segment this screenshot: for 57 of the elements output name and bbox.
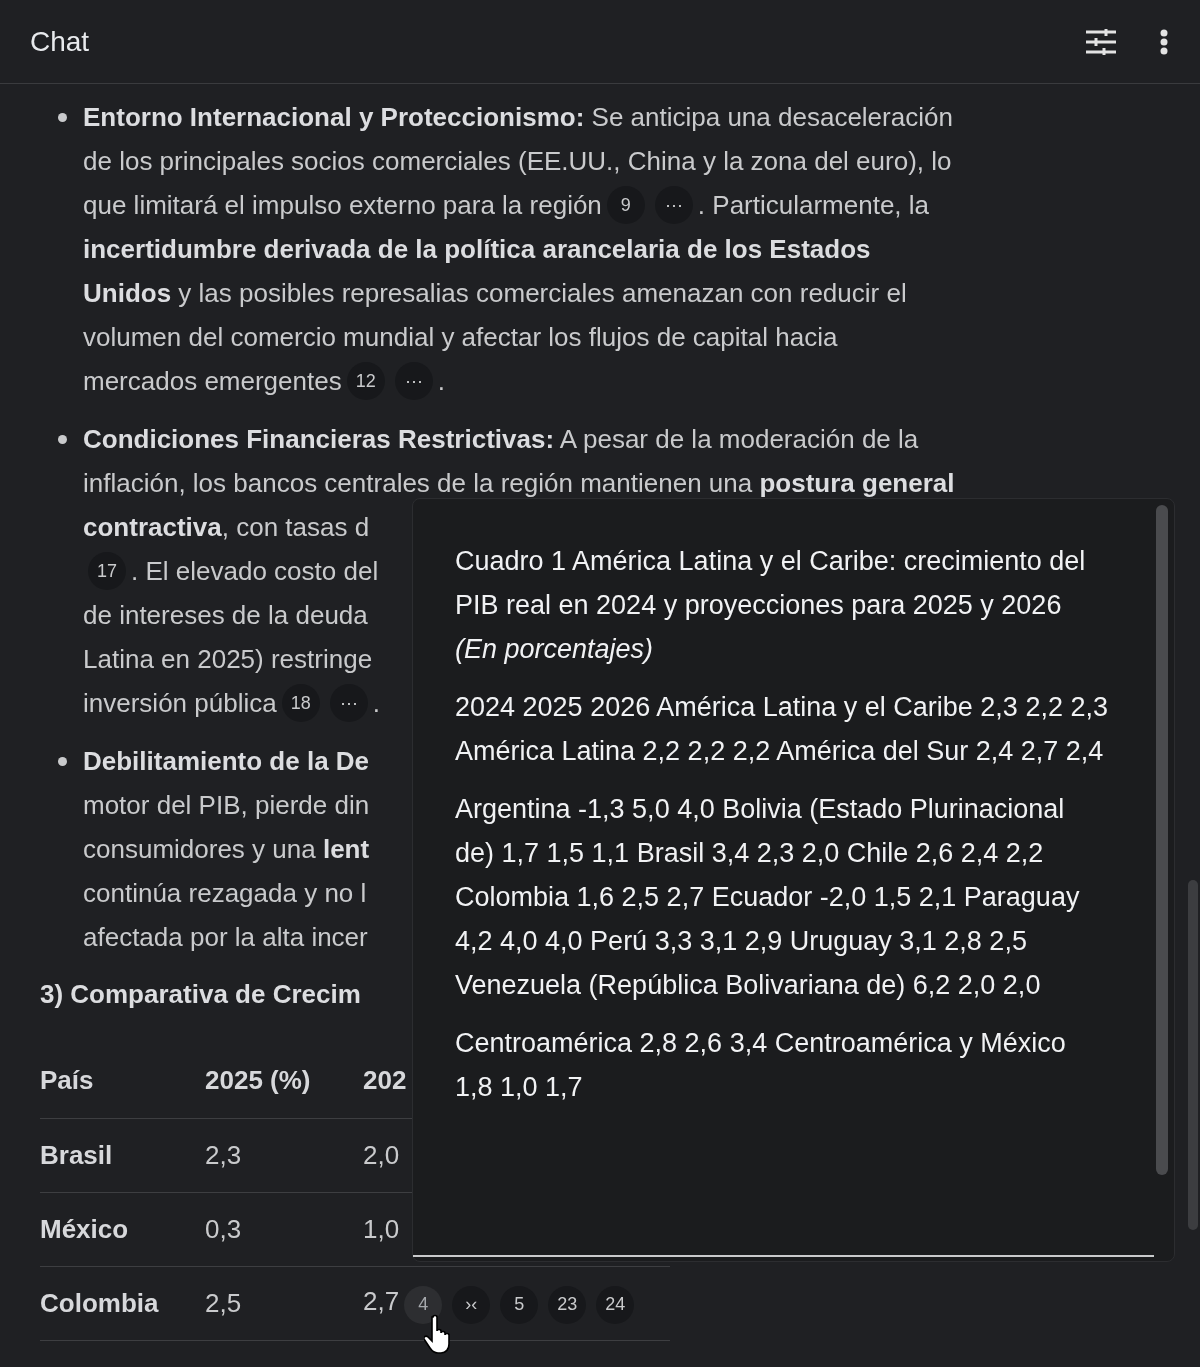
table-cell: 0,3 xyxy=(205,1213,242,1244)
table-cell: 2,5 xyxy=(205,1287,242,1318)
column-header: País xyxy=(40,1044,205,1118)
body-text: . El elevado costo del xyxy=(131,554,379,588)
table-cell: 2,3 xyxy=(205,1139,242,1170)
citation-chip[interactable]: ›‹ xyxy=(452,1285,491,1324)
citation-chip[interactable]: 18 xyxy=(281,684,320,722)
citation-chip[interactable]: 17 xyxy=(88,552,126,590)
body-text: de los principales socios comerciales (EE.UU., China y la zona del euro), lo xyxy=(83,144,952,178)
citation-chip[interactable]: 5 xyxy=(500,1285,539,1324)
citation-chip[interactable]: 24 xyxy=(596,1285,635,1324)
citation-chip[interactable]: ⋯ xyxy=(329,684,368,722)
body-text: Entorno Internacional y Proteccionismo: Se anticipa una desaceleración xyxy=(83,100,953,134)
body-text: volumen del comercio mundial y afectar los flujos de capital hacia xyxy=(83,320,838,354)
citation-chip[interactable]: 23 xyxy=(548,1285,587,1324)
citation-chip[interactable]: 9 xyxy=(606,186,645,224)
citation-chip[interactable]: ⋯ xyxy=(654,186,693,224)
bullet-icon xyxy=(58,435,67,444)
body-text: contractiva, con tasas d xyxy=(83,510,370,544)
settings-icon[interactable] xyxy=(1086,28,1116,55)
body-text: Debilitamiento de la De xyxy=(83,744,370,778)
section-heading: 3) Comparativa de Crecim xyxy=(40,978,361,1011)
body-text: inflación, los bancos centrales de la región mantienen una postura general xyxy=(83,466,955,500)
body-text: de intereses de la deuda xyxy=(83,598,368,632)
body-text: Latina en 2025) restringe xyxy=(83,642,373,676)
citation-chip[interactable]: ⋯ xyxy=(394,362,433,400)
table-cell: 1,0 xyxy=(363,1213,400,1244)
table-cell: 2,7 xyxy=(363,1286,400,1317)
popup-text: Argentina -1,3 5,0 4,0 Bolivia (Estado Plurinacional de) 1,7 1,5 1,1 Brasil 3,4 2,3 2,0 Chile 2,6 2,4 2,2 Colombia 1,6 2,5 2,7 Ecuador -2,0 1,5 2,1 Paraguay 4,2 4,0 4,0 Perú 3,3 3,1 2,9 Uruguay 3,1 2,8 2,5 Venezuela (República Bolivariana de) 6,2 2,0 2,0 xyxy=(455,793,1081,1002)
citation-chip[interactable]: 4 xyxy=(404,1285,443,1324)
citation-chip[interactable]: 12 xyxy=(346,362,385,400)
bullet-icon xyxy=(58,757,67,766)
popup-text: 2024 2025 2026 América Latina y el Caribe 2,3 2,2 2,3 América Latina 2,2 2,2 2,2 América del Sur 2,4 2,7 2,4 xyxy=(455,691,1108,768)
body-text: mercados emergentes xyxy=(83,364,342,398)
scrollbar-thumb[interactable] xyxy=(1156,505,1168,1175)
bullet-icon xyxy=(58,113,67,122)
body-text: Condiciones Financieras Restrictivas: A pesar de la moderación de la xyxy=(83,422,919,456)
body-text: afectada por la alta incer xyxy=(83,920,368,954)
body-text: Unidos y las posibles represalias comerciales amenazan con reducir el xyxy=(83,276,907,310)
body-text: . xyxy=(372,686,380,720)
scrollbar-thumb[interactable] xyxy=(1188,880,1198,1230)
body-text: consumidores y una lent xyxy=(83,832,370,866)
popup-text: Cuadro 1 América Latina y el Caribe: crecimiento del PIB real en 2024 y proyecciones para 2025 y 2026 (En porcentajes) xyxy=(455,545,1087,666)
body-text: inversión pública xyxy=(83,686,277,720)
body-text: continúa rezagada y no l xyxy=(83,876,367,910)
column-header: 2025 (%) xyxy=(205,1044,363,1118)
body-text: motor del PIB, pierde din xyxy=(83,788,370,822)
body-text: . xyxy=(437,364,445,398)
body-text: que limitará el impulso externo para la región xyxy=(83,188,602,222)
window-title: Chat xyxy=(30,24,90,59)
table-cell: Colombia xyxy=(40,1287,159,1318)
table-cell: México xyxy=(40,1213,129,1244)
table-cell: 2,0 xyxy=(363,1139,400,1170)
more-options-icon[interactable] xyxy=(1160,28,1168,55)
body-text: . Particularmente, la xyxy=(697,188,930,222)
body-text: incertidumbre derivada de la política arancelaria de los Estados xyxy=(83,232,871,266)
table-cell: Brasil xyxy=(40,1139,113,1170)
